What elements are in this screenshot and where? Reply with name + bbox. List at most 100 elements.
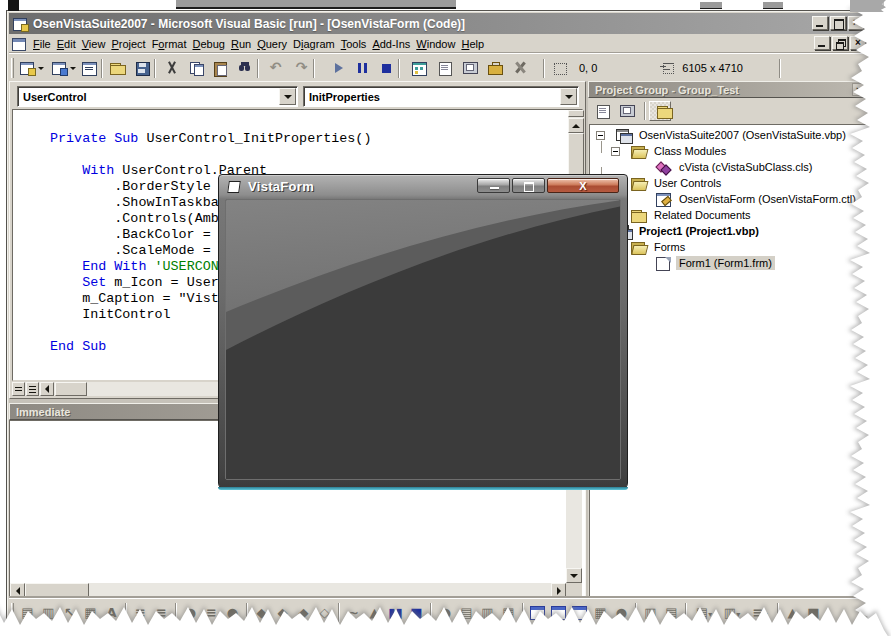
- vistaform-window[interactable]: VistaForm: [218, 174, 628, 490]
- object-browser-button[interactable]: [487, 60, 504, 76]
- project-panel-titlebar[interactable]: Project Group - Group_Test ×: [588, 81, 870, 98]
- minimize-button[interactable]: [812, 16, 828, 30]
- toolbar-grip[interactable]: [11, 603, 14, 623]
- vistaform-titlebar[interactable]: VistaForm: [219, 175, 627, 198]
- menu-tools[interactable]: Tools: [338, 36, 370, 52]
- toolbar-icon[interactable]: ▥: [642, 605, 659, 621]
- toolbar-icon[interactable]: ▮▮: [387, 605, 404, 621]
- toolbar-icon[interactable]: ▥▾: [720, 605, 744, 621]
- toolbar-icon[interactable]: ≡▾: [748, 605, 772, 621]
- toolbar-icon[interactable]: ~: [345, 605, 362, 621]
- toolbar-icon[interactable]: ●: [613, 605, 630, 621]
- form-layout-button[interactable]: [462, 60, 479, 76]
- toolbar-icon[interactable]: ▲: [784, 605, 801, 621]
- toolbar-icon[interactable]: ≡: [132, 605, 149, 621]
- redo-button[interactable]: ↷: [293, 60, 310, 76]
- cut-button[interactable]: [164, 60, 181, 76]
- split-button[interactable]: [26, 382, 39, 396]
- toolbar-icon[interactable]: ▥: [40, 605, 57, 621]
- menu-editor-button[interactable]: [81, 60, 98, 76]
- menu-edit[interactable]: Edit: [54, 36, 79, 52]
- menu-diagram[interactable]: Diagram: [290, 36, 338, 52]
- toolbar-icon[interactable]: ▥: [479, 605, 496, 621]
- view-object-button[interactable]: [617, 101, 639, 121]
- toolbar-icon[interactable]: ●: [437, 605, 454, 621]
- toolbar-icon[interactable]: ■: [805, 605, 822, 621]
- tree-item-label: cVista (cVistaSubClass.cls): [676, 160, 815, 174]
- menu-file[interactable]: File: [30, 36, 54, 52]
- toolbar-icon[interactable]: ▤: [458, 605, 475, 621]
- toolbar-icon[interactable]: ◆: [274, 605, 291, 621]
- menu-view[interactable]: View: [79, 36, 109, 52]
- start-button[interactable]: [330, 60, 347, 76]
- mdi-child-icon[interactable]: [11, 37, 27, 51]
- undo-button[interactable]: ↶: [267, 60, 284, 76]
- tree-expander[interactable]: [596, 131, 605, 140]
- menu-debug[interactable]: Debug: [189, 36, 227, 52]
- toolbar-separator: [313, 59, 315, 78]
- background-window-fragment: [176, 0, 456, 9]
- project-explorer-button[interactable]: [411, 60, 428, 76]
- mdi-minimize-button[interactable]: [814, 36, 830, 50]
- toolbar-separator: [398, 59, 400, 78]
- toolbar-icon[interactable]: ▤: [19, 605, 36, 621]
- maximize-button[interactable]: [830, 16, 846, 30]
- project-explorer-panel: Project Group - Group_Test × OsenVistaSu…: [588, 81, 880, 599]
- copy-button[interactable]: [188, 60, 205, 76]
- toolbar-icon[interactable]: [571, 605, 588, 621]
- view-code-button[interactable]: [593, 101, 615, 121]
- toolbar-icon[interactable]: A: [103, 605, 120, 621]
- toolbar-icon[interactable]: ▲: [366, 605, 383, 621]
- mdi-close-button[interactable]: ×: [850, 36, 866, 50]
- add-project-button[interactable]: [19, 60, 45, 76]
- close-button[interactable]: ×: [848, 16, 864, 30]
- open-project-button[interactable]: [109, 60, 126, 76]
- menu-project[interactable]: Project: [108, 36, 148, 52]
- immediate-hscrollbar[interactable]: [10, 583, 566, 598]
- split-button[interactable]: [12, 382, 25, 396]
- vistaform-minimize-button[interactable]: [477, 178, 510, 193]
- tree-expander[interactable]: [611, 147, 620, 156]
- object-dropdown-button[interactable]: [279, 88, 296, 105]
- project-panel-close-button[interactable]: ×: [852, 83, 866, 96]
- toolbar-icon[interactable]: ≡: [153, 605, 170, 621]
- break-button[interactable]: [354, 60, 371, 76]
- menu-query[interactable]: Query: [254, 36, 290, 52]
- menu-help[interactable]: Help: [458, 36, 487, 52]
- properties-window-button[interactable]: [437, 60, 454, 76]
- toolbar-icon[interactable]: ●: [182, 605, 199, 621]
- menu-window[interactable]: Window: [413, 36, 458, 52]
- toolbar-icon[interactable]: ◆: [295, 605, 312, 621]
- find-button[interactable]: [237, 60, 254, 76]
- toolbar-grip[interactable]: [11, 58, 14, 78]
- procedure-dropdown-button[interactable]: [560, 88, 577, 105]
- menu-format[interactable]: Format: [149, 36, 190, 52]
- toolbar-icon[interactable]: ▤: [663, 605, 680, 621]
- toolbar-icon[interactable]: ◆: [253, 605, 270, 621]
- toolbar-icon[interactable]: ≡: [203, 605, 220, 621]
- toolbar-icon[interactable]: ■: [408, 605, 425, 621]
- menu-add-ins[interactable]: Add-Ins: [369, 36, 413, 52]
- procedure-dropdown[interactable]: InitProperties: [303, 86, 579, 107]
- toggle-folders-button[interactable]: [649, 101, 671, 121]
- toolbar-icon[interactable]: ↖: [61, 605, 78, 621]
- save-project-button[interactable]: [134, 60, 151, 76]
- end-button[interactable]: [378, 60, 395, 76]
- menu-run[interactable]: Run: [228, 36, 254, 52]
- vistaform-close-button[interactable]: [547, 178, 619, 193]
- vistaform-maximize-button[interactable]: [512, 178, 545, 193]
- toolbar-icon[interactable]: ▤▾: [692, 605, 716, 621]
- mdi-restore-button[interactable]: [832, 36, 848, 50]
- toolbar-icon[interactable]: [529, 605, 546, 621]
- toolbar-icon[interactable]: ●: [224, 605, 241, 621]
- toolbox-button[interactable]: [512, 60, 529, 76]
- add-form-button[interactable]: [51, 60, 77, 76]
- toolbar-icon[interactable]: [550, 605, 567, 621]
- paste-button[interactable]: [212, 60, 229, 76]
- toolbar-icon[interactable]: ▦: [82, 605, 99, 621]
- toolbar-icon[interactable]: ▦: [500, 605, 517, 621]
- object-dropdown[interactable]: UserControl: [17, 86, 298, 107]
- toolbar-icon[interactable]: ◇: [316, 605, 333, 621]
- toolbar-icon[interactable]: ▦: [592, 605, 609, 621]
- project-tree[interactable]: OsenVistaSuite2007 (OsenVistaSuite.vbp)C…: [589, 124, 879, 598]
